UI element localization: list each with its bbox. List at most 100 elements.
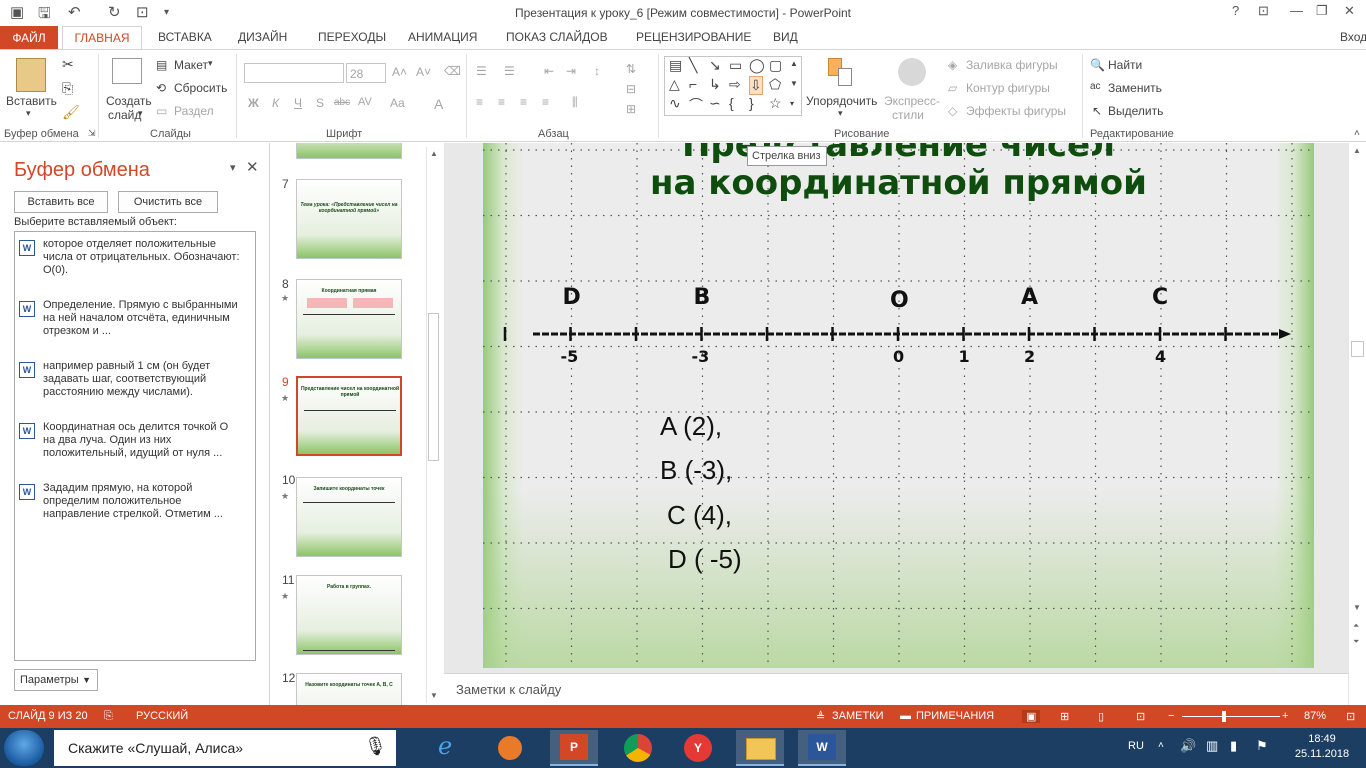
clear-format-icon[interactable]: ⌫	[444, 64, 461, 78]
start-button[interactable]	[4, 730, 44, 766]
input-language[interactable]: RU	[1128, 740, 1144, 752]
taskbar-yandex[interactable]: Y	[674, 730, 722, 766]
new-slide-icon[interactable]	[112, 58, 142, 84]
scrollbar-thumb[interactable]	[428, 313, 439, 461]
bullets-icon[interactable]: ☰	[476, 64, 487, 78]
section-button[interactable]: Раздел	[174, 104, 214, 118]
slide-thumbnail[interactable]: Тема урока: «Представление чисел на коор…	[296, 179, 402, 259]
columns-icon[interactable]: ⫼	[572, 95, 578, 110]
signin-link[interactable]: Вход	[1340, 30, 1366, 44]
zoom-out-icon[interactable]: −	[1168, 710, 1174, 722]
tick-label[interactable]: 2	[1024, 347, 1035, 366]
comments-icon[interactable]: ▬	[900, 710, 911, 722]
grow-font-icon[interactable]: A˄	[392, 65, 407, 79]
minimize-icon[interactable]: —	[1290, 3, 1303, 18]
taskbar-powerpoint[interactable]: P	[550, 730, 598, 766]
paste-button[interactable]: Вставить	[6, 94, 57, 108]
line-spacing-icon[interactable]: ↕	[594, 64, 600, 78]
clipboard-launcher-icon[interactable]: ⇲	[88, 128, 96, 139]
slide-thumbnail[interactable]: Работа в группах.	[296, 575, 402, 655]
flag-icon[interactable]: ⚑	[1256, 738, 1268, 754]
paste-all-button[interactable]: Вставить все	[14, 191, 108, 213]
new-slide-dropdown-icon[interactable]: ▾	[138, 108, 143, 119]
rectangle-shape-icon[interactable]: ▭	[729, 57, 742, 74]
reset-icon[interactable]: ⟲	[156, 81, 166, 95]
point-label-b[interactable]: B	[694, 285, 711, 310]
pane-options-icon[interactable]: ▾	[230, 161, 236, 174]
shape-effects-icon[interactable]: ◇	[948, 104, 957, 118]
smartart-icon[interactable]: ⊞	[626, 102, 636, 116]
point-label-o[interactable]: O	[890, 288, 909, 313]
slide-thumbnail[interactable]: Координатная прямая	[296, 279, 402, 359]
zoom-in-icon[interactable]: +	[1282, 710, 1288, 722]
select-button[interactable]: Выделить	[1108, 104, 1163, 118]
font-color-button[interactable]: A	[434, 96, 443, 112]
select-icon[interactable]: ↖	[1092, 104, 1102, 118]
underline-button[interactable]: Ч	[294, 96, 302, 110]
tab-home[interactable]: ГЛАВНАЯ	[62, 26, 142, 51]
arrow-line-shape-icon[interactable]: ↘	[709, 57, 721, 74]
point-label-a[interactable]: A	[1021, 285, 1038, 310]
reading-view-icon[interactable]: ▯	[1098, 710, 1104, 723]
ribbon-display-icon[interactable]: ⊡	[1258, 3, 1269, 19]
font-name-combo[interactable]	[244, 63, 344, 83]
quick-styles-button-line2[interactable]: стили	[892, 108, 924, 122]
scroll-up-icon[interactable]: ▲	[430, 149, 438, 158]
notes-toggle-icon[interactable]: ≜	[816, 710, 825, 723]
scroll-up-icon[interactable]: ▲	[1353, 146, 1361, 155]
cut-icon[interactable]: ✂	[62, 56, 74, 73]
elbow-connector-shape-icon[interactable]: ⌐	[689, 76, 697, 92]
gallery-up-icon[interactable]: ▲	[790, 59, 798, 68]
align-center-icon[interactable]: ≡	[498, 95, 505, 109]
curve-shape-icon[interactable]: ∿	[669, 95, 681, 112]
copy-icon[interactable]: ⎘	[62, 80, 73, 97]
shape-effects-button[interactable]: Эффекты фигуры	[966, 104, 1066, 118]
layout-dropdown-icon[interactable]: ▾	[208, 58, 213, 69]
star-shape-icon[interactable]: ☆	[769, 95, 782, 112]
taskbar-chrome[interactable]	[614, 730, 662, 766]
reset-button[interactable]: Сбросить	[174, 81, 227, 95]
tab-insert[interactable]: ВСТАВКА	[158, 30, 212, 44]
align-text-icon[interactable]: ⊟	[626, 82, 636, 96]
gallery-more-icon[interactable]: ▾	[790, 99, 794, 108]
left-brace-shape-icon[interactable]: {	[729, 95, 734, 111]
taskbar-word[interactable]: W	[798, 730, 846, 766]
coordinate-b[interactable]: B (-3),	[660, 455, 732, 486]
editor-scrollbar[interactable]: ▲ ▼ ⏶ ⏷	[1348, 143, 1366, 706]
fit-slide-icon[interactable]: ⊡	[1346, 710, 1355, 723]
find-icon[interactable]: 🔍	[1090, 58, 1105, 72]
slide-sorter-icon[interactable]: ⊞	[1060, 710, 1069, 723]
network-icon[interactable]: ▥	[1206, 738, 1218, 754]
shape-outline-button[interactable]: Контур фигуры	[966, 81, 1050, 95]
clear-all-button[interactable]: Очистить все	[118, 191, 218, 213]
power-icon[interactable]: ▮	[1230, 738, 1237, 754]
shape-outline-icon[interactable]: ▱	[948, 81, 957, 95]
zoom-level[interactable]: 87%	[1304, 710, 1326, 722]
notes-pane[interactable]: Заметки к слайду	[444, 673, 1348, 705]
gallery-down-icon[interactable]: ▼	[790, 79, 798, 88]
tab-animation[interactable]: АНИМАЦИЯ	[408, 30, 477, 44]
align-left-icon[interactable]: ≡	[476, 95, 483, 109]
freeform-shape-icon[interactable]: ∽	[709, 95, 721, 112]
down-arrow-shape-icon[interactable]: ⇩	[749, 76, 763, 95]
decrease-indent-icon[interactable]: ⇤	[544, 64, 554, 78]
format-painter-icon[interactable]: 🖌	[62, 104, 80, 121]
new-slide-button[interactable]: Создать	[106, 94, 152, 108]
restore-icon[interactable]: ❐	[1316, 3, 1328, 19]
numbering-icon[interactable]: ☰	[504, 64, 515, 78]
shape-fill-icon[interactable]: ◈	[948, 58, 957, 72]
taskbar-explorer[interactable]	[736, 730, 784, 766]
text-direction-icon[interactable]: ⇅	[626, 62, 636, 76]
volume-icon[interactable]: 🔊	[1180, 738, 1196, 754]
tab-view[interactable]: ВИД	[773, 30, 798, 44]
tick-label[interactable]: -3	[692, 347, 710, 366]
triangle-shape-icon[interactable]: △	[669, 76, 680, 93]
shape-fill-button[interactable]: Заливка фигуры	[966, 58, 1058, 72]
shrink-font-icon[interactable]: A˅	[416, 65, 431, 79]
tab-design[interactable]: ДИЗАЙН	[238, 30, 287, 44]
replace-button[interactable]: Заменить	[1108, 81, 1162, 95]
shadow-button[interactable]: S	[316, 96, 324, 110]
scroll-down-icon[interactable]: ▼	[430, 691, 438, 700]
search-box[interactable]: Скажите «Слушай, Алиса» 🎙	[54, 730, 396, 766]
taskbar-ie[interactable]: ℯ	[428, 730, 476, 766]
